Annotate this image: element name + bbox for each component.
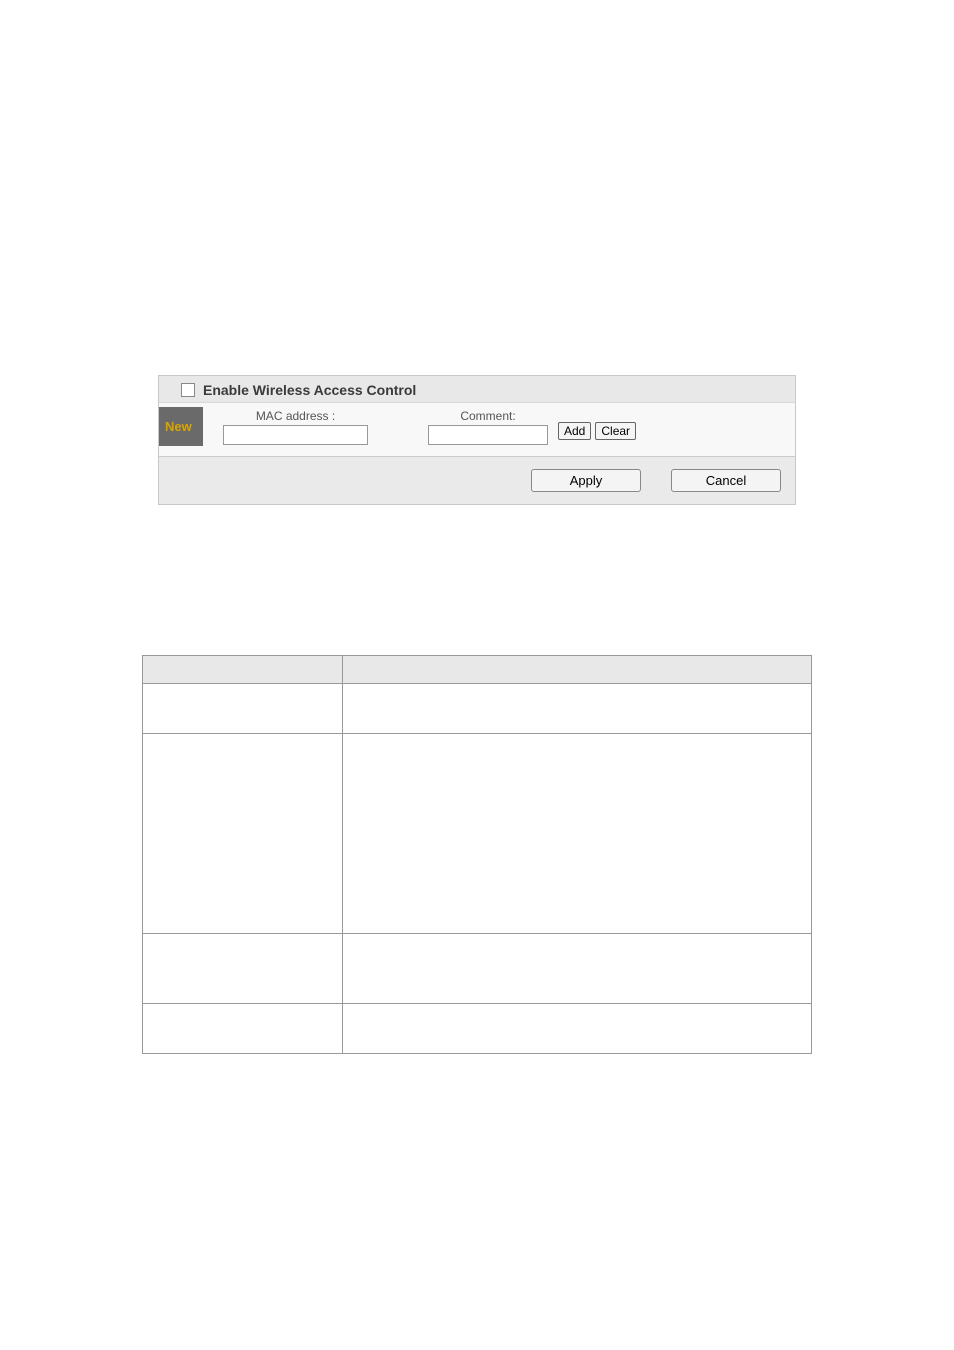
apply-button[interactable]: Apply	[531, 469, 641, 492]
table-cell	[143, 1004, 343, 1054]
mac-field-block: MAC address :	[223, 409, 368, 445]
table-cell	[143, 934, 343, 1004]
comment-label: Comment:	[460, 409, 515, 423]
table-cell	[343, 934, 812, 1004]
clear-button[interactable]: Clear	[595, 422, 636, 440]
description-table	[142, 655, 812, 1054]
new-entry-row: New MAC address : Comment: Add Clear	[159, 402, 795, 456]
table-cell	[343, 1004, 812, 1054]
panel-title: Enable Wireless Access Control	[203, 382, 416, 398]
table-cell	[143, 734, 343, 934]
access-control-panel: Enable Wireless Access Control New MAC a…	[158, 375, 796, 505]
table-cell	[343, 734, 812, 934]
add-clear-group: Add Clear	[558, 422, 636, 440]
panel-footer: Apply Cancel	[159, 456, 795, 504]
table-header-1	[143, 656, 343, 684]
comment-field-block: Comment:	[428, 409, 548, 445]
table-cell	[343, 684, 812, 734]
cancel-button[interactable]: Cancel	[671, 469, 781, 492]
mac-label: MAC address :	[256, 409, 335, 423]
enable-checkbox[interactable]	[181, 383, 195, 397]
mac-input[interactable]	[223, 425, 368, 445]
comment-input[interactable]	[428, 425, 548, 445]
row-label-new: New	[159, 407, 203, 446]
table-cell	[143, 684, 343, 734]
panel-header: Enable Wireless Access Control	[159, 376, 795, 402]
table-header-2	[343, 656, 812, 684]
add-button[interactable]: Add	[558, 422, 591, 440]
